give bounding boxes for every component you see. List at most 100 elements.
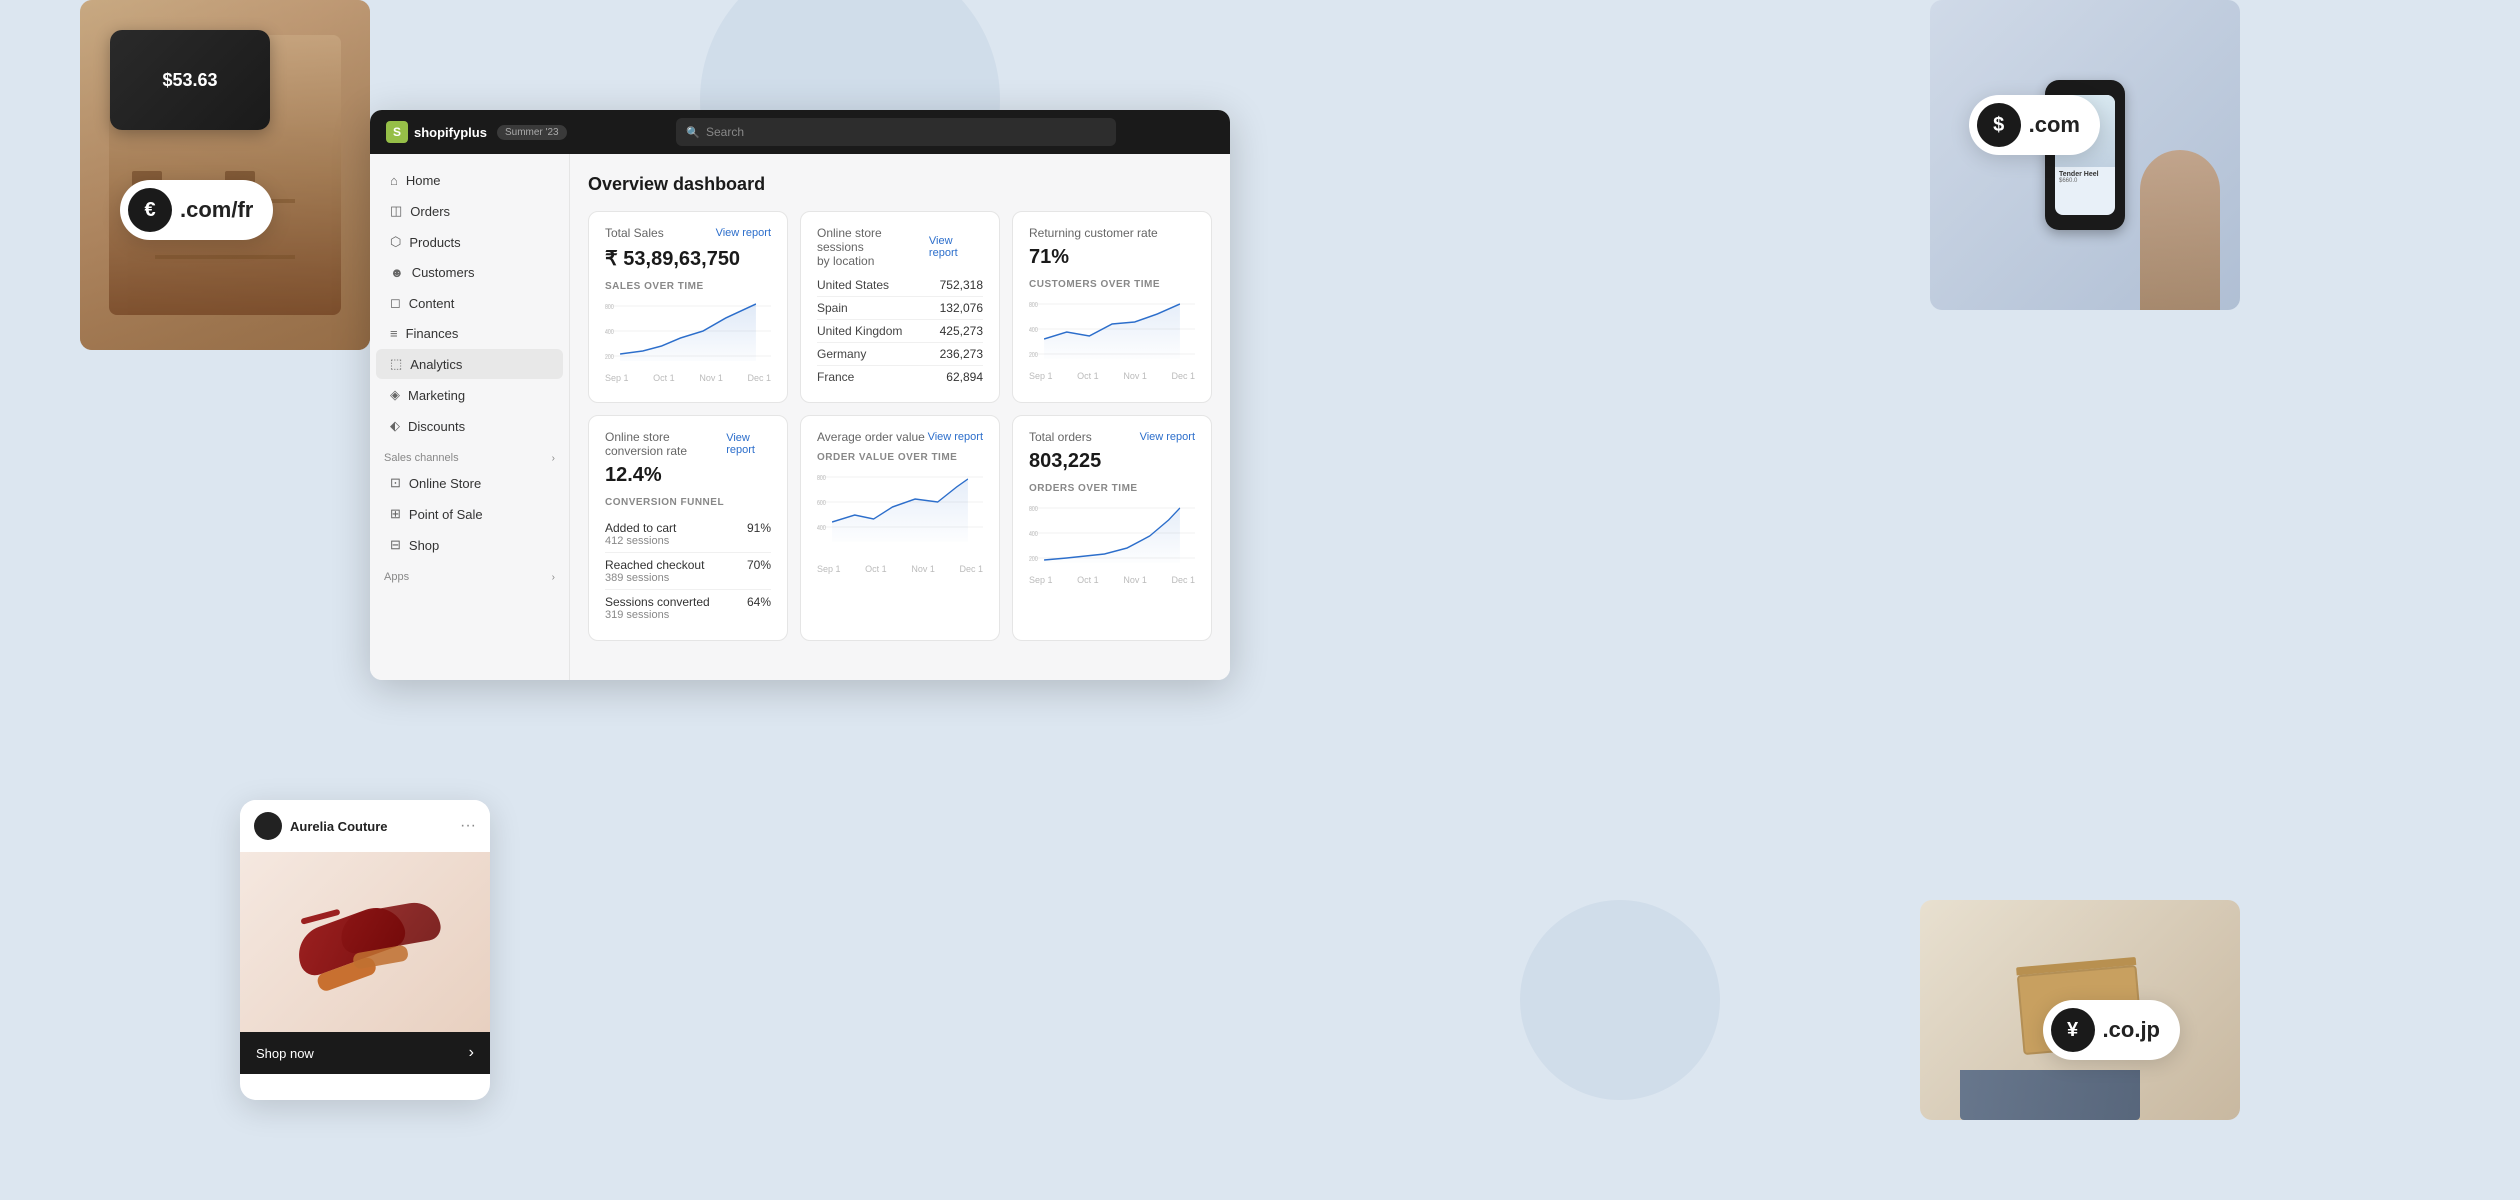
avg-order-title: Average order value: [817, 430, 925, 444]
euro-text: .com/fr: [180, 197, 253, 223]
yen-text: .co.jp: [2103, 1017, 2160, 1043]
apps-expand-icon[interactable]: ›: [552, 572, 555, 583]
sidebar-label-orders: Orders: [410, 204, 450, 219]
funnel-item-converted: Sessions converted 319 sessions 64%: [605, 590, 771, 626]
location-row-fr: France 62,894: [817, 366, 983, 388]
shopify-logo: S shopifyplus Summer '23: [386, 121, 567, 143]
total-orders-chart-label: ORDERS OVER TIME: [1029, 483, 1195, 494]
search-placeholder: Search: [706, 125, 744, 139]
search-icon: 🔍: [686, 126, 700, 139]
customers-icon: ☻: [390, 265, 404, 280]
sidebar-item-products[interactable]: ⬡ Products: [376, 227, 563, 257]
avg-order-chart: 800 600 400: [817, 467, 983, 557]
discounts-icon: ⬖: [390, 418, 400, 434]
location-view-report[interactable]: View report: [929, 235, 983, 259]
sidebar-item-home[interactable]: ⌂ Home: [376, 166, 563, 195]
total-orders-header: Total orders View report: [1029, 430, 1195, 444]
sidebar-item-orders[interactable]: ◫ Orders: [376, 196, 563, 226]
sidebar-label-analytics: Analytics: [410, 357, 462, 372]
total-sales-title: Total Sales: [605, 226, 664, 240]
shop-icon: ⊟: [390, 537, 401, 553]
sidebar-label-pos: Point of Sale: [409, 507, 483, 522]
funnel-converted-pct: 64%: [747, 595, 771, 609]
sidebar-label-finances: Finances: [406, 326, 459, 341]
shop-now-label: Shop now: [256, 1046, 314, 1061]
orders-icon: ◫: [390, 203, 402, 219]
avg-order-axis: Sep 1 Oct 1 Nov 1 Dec 1: [817, 564, 983, 574]
sidebar-label-customers: Customers: [412, 265, 475, 280]
svg-text:400: 400: [1029, 530, 1038, 538]
location-row-de: Germany 236,273: [817, 343, 983, 366]
yen-icon: ¥: [2051, 1008, 2095, 1052]
returning-chart-label: CUSTOMERS OVER TIME: [1029, 279, 1195, 290]
total-sales-chart-label: SALES OVER TIME: [605, 281, 771, 292]
svg-text:200: 200: [1029, 351, 1038, 359]
dashboard-title: Overview dashboard: [588, 174, 1212, 195]
admin-window: S shopifyplus Summer '23 🔍 Search ⌂ Home…: [370, 110, 1230, 680]
sidebar-item-marketing[interactable]: ◈ Marketing: [376, 380, 563, 410]
svg-text:800: 800: [605, 303, 614, 311]
svg-text:600: 600: [817, 499, 826, 507]
sales-channels-title: Sales channels: [384, 452, 459, 464]
main-content: Overview dashboard Total Sales View repo…: [570, 154, 1230, 680]
pos-icon: ⊞: [390, 506, 401, 522]
funnel-cart-pct: 91%: [747, 521, 771, 535]
dollar-icon: $: [1977, 103, 2021, 147]
sidebar-item-discounts[interactable]: ⬖ Discounts: [376, 411, 563, 441]
fashion-card-footer[interactable]: Shop now ›: [240, 1032, 490, 1074]
sidebar-item-content[interactable]: ◻ Content: [376, 288, 563, 318]
products-icon: ⬡: [390, 234, 401, 250]
funnel-checkout-pct: 70%: [747, 558, 771, 572]
funnel-checkout-sessions: 389 sessions: [605, 572, 704, 584]
funnel-section: CONVERSION FUNNEL Added to cart 412 sess…: [605, 497, 771, 626]
returning-axis: Sep 1 Oct 1 Nov 1 Dec 1: [1029, 371, 1195, 381]
sidebar-item-customers[interactable]: ☻ Customers: [376, 258, 563, 287]
returning-value: 71%: [1029, 246, 1195, 269]
avg-order-view-report[interactable]: View report: [928, 431, 983, 443]
location-row-uk: United Kingdom 425,273: [817, 320, 983, 343]
marketing-icon: ◈: [390, 387, 400, 403]
shopify-plus-text: shopifyplus: [414, 125, 487, 140]
svg-text:200: 200: [1029, 555, 1038, 563]
total-sales-axis: Sep 1 Oct 1 Nov 1 Dec 1: [605, 373, 771, 383]
sidebar-label-marketing: Marketing: [408, 388, 465, 403]
search-bar[interactable]: 🔍 Search: [676, 118, 1116, 146]
avg-order-header: Average order value View report: [817, 430, 983, 444]
location-row-us: United States 752,318: [817, 274, 983, 297]
conversion-view-report[interactable]: View report: [726, 432, 771, 456]
fashion-card: Aurelia Couture ··· Shop now ›: [240, 800, 490, 1100]
conversion-title: Online store conversion rate: [605, 430, 726, 458]
dollar-text: .com: [2029, 112, 2080, 138]
sidebar-item-analytics[interactable]: ⬚ Analytics: [376, 349, 563, 379]
conversion-header: Online store conversion rate View report: [605, 430, 771, 458]
fashion-card-menu[interactable]: ···: [460, 817, 476, 835]
sidebar-item-pos[interactable]: ⊞ Point of Sale: [376, 499, 563, 529]
sidebar-item-online-store[interactable]: ⊡ Online Store: [376, 468, 563, 498]
funnel-item-checkout: Reached checkout 389 sessions 70%: [605, 553, 771, 590]
phone-photo: Tender Heel $660.0: [1930, 0, 2240, 310]
content-icon: ◻: [390, 295, 401, 311]
svg-text:800: 800: [817, 474, 826, 482]
funnel-converted-name: Sessions converted: [605, 595, 710, 609]
expand-icon[interactable]: ›: [552, 453, 555, 464]
fashion-card-image: [240, 852, 490, 1032]
sidebar-label-home: Home: [406, 173, 441, 188]
finances-icon: ≡: [390, 326, 398, 341]
total-sales-view-report[interactable]: View report: [716, 227, 771, 239]
euro-icon: €: [128, 188, 172, 232]
shopify-icon: S: [386, 121, 408, 143]
apps-title: Apps: [384, 571, 409, 583]
total-sales-card: Total Sales View report ₹ 53,89,63,750 S…: [588, 211, 788, 403]
sidebar-item-finances[interactable]: ≡ Finances: [376, 319, 563, 348]
fashion-card-header: Aurelia Couture ···: [240, 800, 490, 852]
fashion-avatar: [254, 812, 282, 840]
sidebar: ⌂ Home ◫ Orders ⬡ Products ☻ Customers ◻…: [370, 154, 570, 680]
sidebar-item-shop[interactable]: ⊟ Shop: [376, 530, 563, 560]
location-card: Online store sessionsby location View re…: [800, 211, 1000, 403]
total-orders-view-report[interactable]: View report: [1140, 431, 1195, 443]
funnel-cart-sessions: 412 sessions: [605, 535, 676, 547]
total-orders-card: Total orders View report 803,225 ORDERS …: [1012, 415, 1212, 641]
sidebar-label-online-store: Online Store: [409, 476, 481, 491]
svg-text:400: 400: [1029, 326, 1038, 334]
sales-channels-section: Sales channels ›: [370, 442, 569, 468]
